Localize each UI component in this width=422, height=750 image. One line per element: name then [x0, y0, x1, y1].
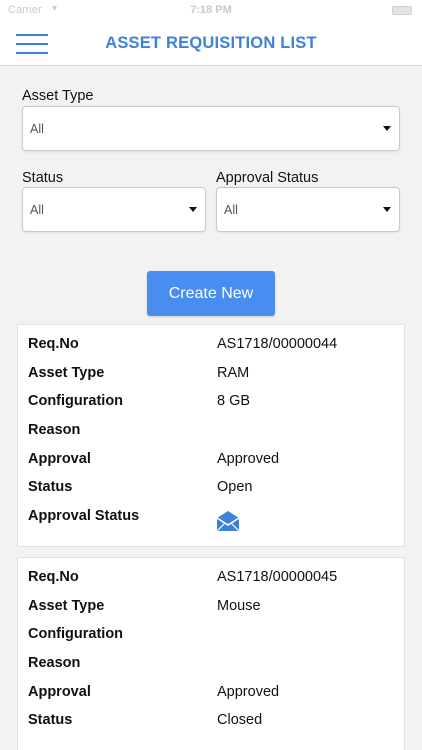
req-no-label: Req.No: [28, 569, 79, 585]
req-no-row: Req.No AS1718/00000045: [28, 569, 394, 589]
chevron-down-icon: [383, 126, 391, 131]
requisition-card[interactable]: Req.No AS1718/00000044 Asset Type RAM Co…: [17, 324, 405, 547]
approval-status-filter-label: Approval Status: [216, 170, 319, 186]
status-bar: Carrier ▾ 7:18 PM: [0, 0, 422, 22]
status-label: Status: [28, 712, 73, 728]
req-no-value: AS1718/00000045: [217, 569, 338, 585]
asset-type-label: Asset Type: [28, 365, 105, 381]
req-no-value: AS1718/00000044: [217, 336, 338, 352]
asset-type-select-value: All: [30, 122, 44, 136]
reason-row: Reason: [28, 422, 394, 442]
configuration-row: Configuration: [28, 626, 394, 646]
approval-status-select[interactable]: All: [216, 187, 400, 232]
asset-type-filter-label: Asset Type: [22, 88, 94, 104]
asset-type-label: Asset Type: [28, 598, 105, 614]
approval-status-label: Approval Status: [28, 508, 140, 524]
battery-icon: [392, 6, 412, 15]
chevron-down-icon: [189, 207, 197, 212]
configuration-row: Configuration 8 GB: [28, 393, 394, 413]
status-row: Status Open: [28, 479, 394, 499]
status-row: Status Closed: [28, 712, 394, 732]
asset-type-value: Mouse: [217, 598, 261, 614]
status-filter-label: Status: [22, 170, 64, 186]
asset-type-value: RAM: [217, 365, 250, 381]
status-select-value: All: [30, 203, 44, 217]
asset-type-select[interactable]: All: [22, 106, 400, 151]
status-select[interactable]: All: [22, 187, 206, 232]
reason-row: Reason: [28, 655, 394, 675]
req-no-row: Req.No AS1718/00000044: [28, 336, 394, 356]
reason-label: Reason: [28, 655, 81, 671]
approval-value: Approved: [217, 451, 280, 467]
chevron-down-icon: [383, 207, 391, 212]
asset-type-row: Asset Type RAM: [28, 365, 394, 385]
requisition-card[interactable]: Req.No AS1718/00000045 Asset Type Mouse …: [17, 557, 405, 750]
clock: 7:18 PM: [190, 4, 232, 16]
envelope-icon[interactable]: [216, 510, 240, 532]
create-new-button[interactable]: Create New: [147, 271, 275, 316]
navigation-bar: ASSET REQUISITION LIST: [0, 22, 422, 66]
approval-row: Approval Approved: [28, 451, 394, 471]
configuration-label: Configuration: [28, 393, 124, 409]
approval-row: Approval Approved: [28, 684, 394, 704]
approval-label: Approval: [28, 451, 91, 467]
status-value: Closed: [217, 712, 263, 728]
configuration-label: Configuration: [28, 626, 124, 642]
approval-value: Approved: [217, 684, 280, 700]
status-value: Open: [217, 479, 253, 495]
page-title: ASSET REQUISITION LIST: [105, 34, 317, 52]
approval-label: Approval: [28, 684, 91, 700]
status-label: Status: [28, 479, 73, 495]
req-no-label: Req.No: [28, 336, 79, 352]
configuration-value: 8 GB: [217, 393, 251, 409]
approval-status-select-value: All: [224, 203, 238, 217]
asset-type-row: Asset Type Mouse: [28, 598, 394, 618]
approval-status-row: Approval Status: [28, 508, 394, 528]
reason-label: Reason: [28, 422, 81, 438]
